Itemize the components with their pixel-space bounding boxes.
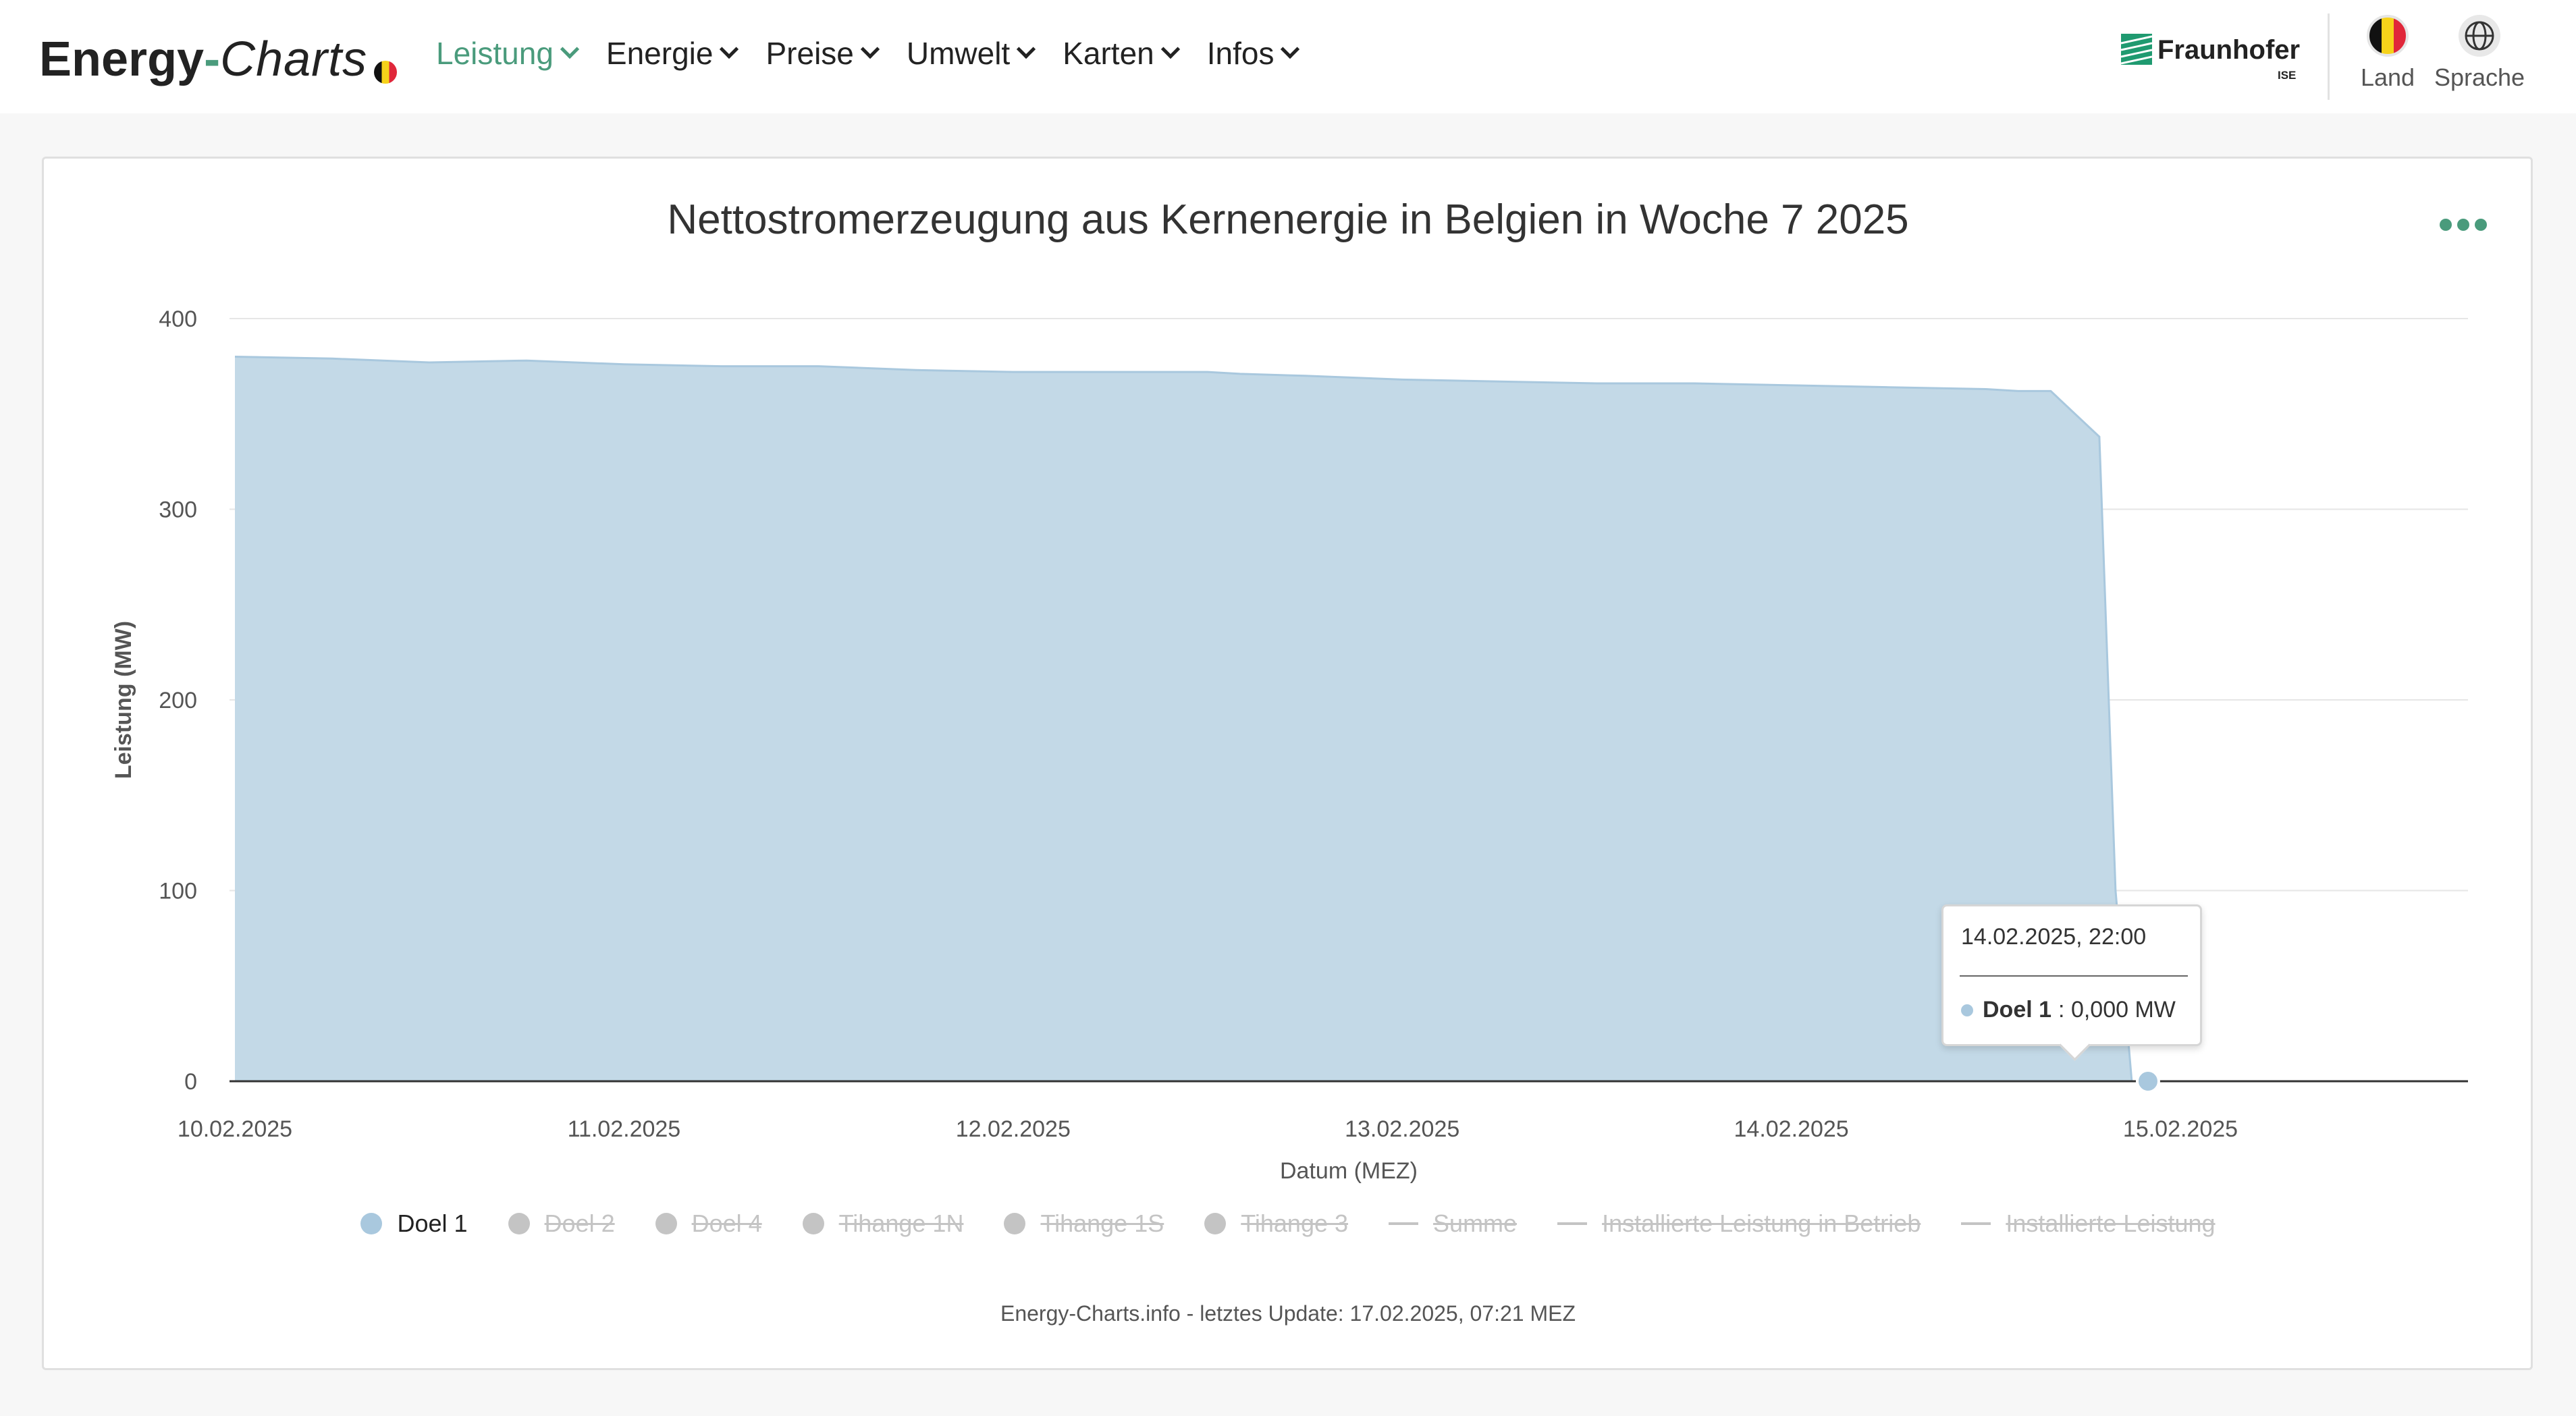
legend-item[interactable]: Doel 2 xyxy=(508,1209,615,1238)
legend-label: Tihange 1S xyxy=(1040,1209,1164,1237)
y-tick-label: 0 xyxy=(184,1069,197,1095)
hover-point-marker xyxy=(2135,1069,2160,1093)
legend-label: Summe xyxy=(1433,1209,1518,1237)
last-update-note: Energy-Charts.info - letztes Update: 17.… xyxy=(1000,1301,1576,1326)
x-tick-label: 14.02.2025 xyxy=(1734,1116,1849,1142)
tooltip-date: 14.02.2025, 22:00 xyxy=(1961,924,2147,950)
tooltip-row: Doel 1 : 0,000 MW xyxy=(1961,997,2176,1023)
legend-dot-icon xyxy=(1004,1213,1026,1234)
legend-label: Installierte Leistung in Betrieb xyxy=(1602,1209,1921,1237)
legend-item[interactable]: Installierte Leistung in Betrieb xyxy=(1557,1209,1921,1238)
chart-tooltip: 14.02.2025, 22:00 Doel 1 : 0,000 MW xyxy=(1941,904,2202,1046)
y-tick-label: 300 xyxy=(159,497,197,523)
area-series-doel-1 xyxy=(235,356,2148,1081)
y-tick-label: 200 xyxy=(159,688,197,713)
tooltip-value: : 0,000 MW xyxy=(2058,997,2176,1023)
legend-item[interactable]: Summe xyxy=(1389,1209,1517,1238)
legend-item[interactable]: Tihange 3 xyxy=(1204,1209,1348,1238)
legend-dot-icon xyxy=(1204,1213,1227,1234)
tooltip-separator xyxy=(1960,975,2188,977)
legend-dot-icon xyxy=(655,1213,677,1234)
y-axis-label: Leistung (MW) xyxy=(111,621,136,779)
legend-item[interactable]: Tihange 1S xyxy=(1004,1209,1164,1238)
legend-label: Tihange 3 xyxy=(1241,1209,1349,1237)
chart-legend: Doel 1 Doel 2 Doel 4 Tihange 1N Tihange 1S Ti… xyxy=(0,1209,2576,1238)
legend-label: Tihange 1N xyxy=(838,1209,964,1237)
legend-dot-icon xyxy=(360,1213,383,1234)
legend-item[interactable]: Installierte Leistung xyxy=(1961,1209,2216,1238)
legend-dot-icon xyxy=(508,1213,530,1234)
legend-item[interactable]: Doel 4 xyxy=(655,1209,762,1238)
x-axis-label: Datum (MEZ) xyxy=(1280,1158,1418,1184)
x-tick-label: 15.02.2025 xyxy=(2123,1116,2238,1142)
y-tick-label: 400 xyxy=(159,306,197,332)
x-tick-label: 13.02.2025 xyxy=(1345,1116,1459,1142)
legend-item[interactable]: Doel 1 xyxy=(360,1209,468,1238)
legend-line-icon xyxy=(1961,1222,1991,1225)
legend-label: Installierte Leistung xyxy=(2006,1209,2216,1237)
x-tick-label: 12.02.2025 xyxy=(956,1116,1071,1142)
tooltip-series-name: Doel 1 xyxy=(1983,997,2052,1023)
x-tick-label: 10.02.2025 xyxy=(178,1116,292,1142)
legend-line-icon xyxy=(1389,1222,1419,1225)
legend-line-icon xyxy=(1557,1222,1588,1225)
tooltip-series-dot xyxy=(1961,1004,1973,1016)
legend-label: Doel 2 xyxy=(544,1209,615,1237)
legend-dot-icon xyxy=(802,1213,824,1234)
y-tick-label: 100 xyxy=(159,879,197,904)
legend-label: Doel 4 xyxy=(691,1209,762,1237)
x-tick-label: 11.02.2025 xyxy=(568,1116,681,1142)
legend-label: Doel 1 xyxy=(397,1209,468,1237)
legend-item[interactable]: Tihange 1N xyxy=(802,1209,964,1238)
